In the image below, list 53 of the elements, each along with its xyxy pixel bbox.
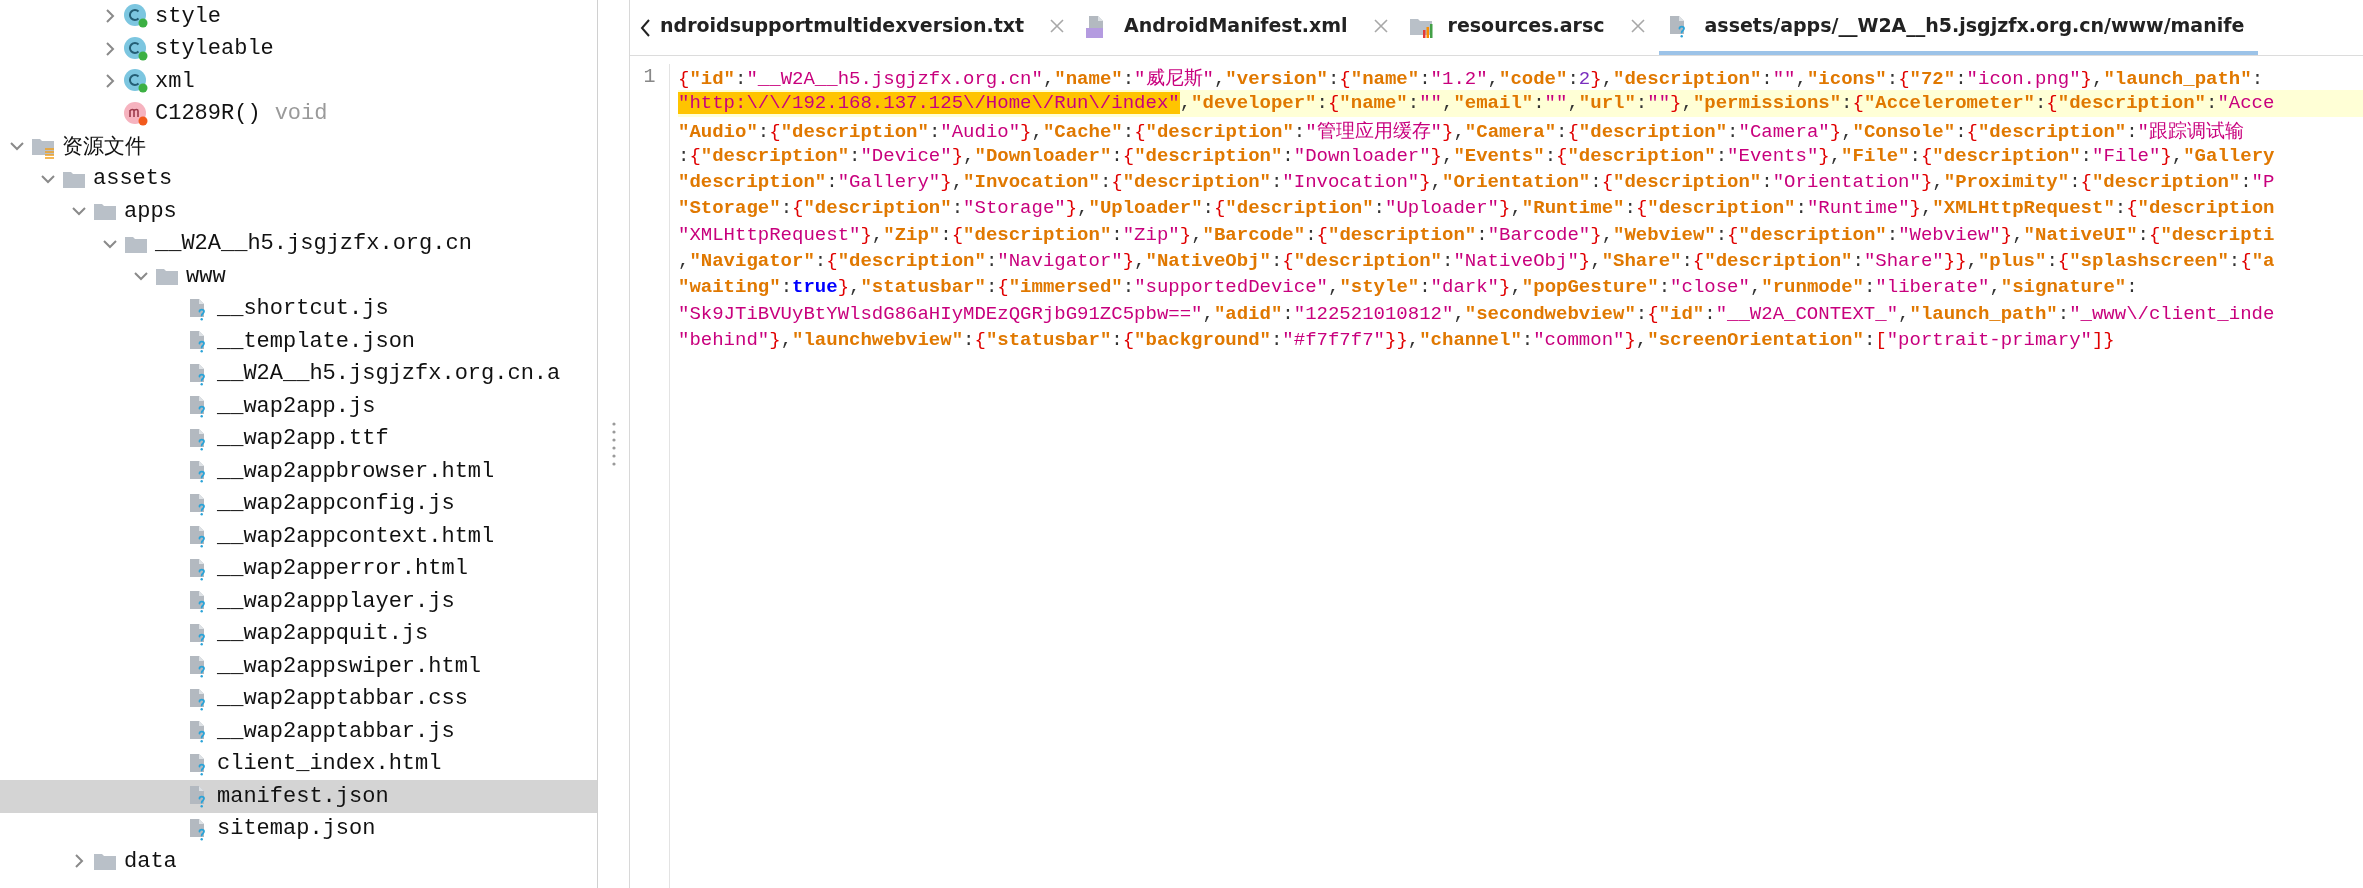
code-line: "description":"Gallery"},"Invocation":{"description":"Invocation"},"Orientation":{"description":"Orientation"},"Proximity":{"description":"P xyxy=(678,171,2275,194)
code-line: "waiting":true},"statusbar":{"immersed":"supportedDevice","style":"dark"},"popGesture":"close","runmode":"liberate","signature": xyxy=(678,276,2138,299)
method-icon xyxy=(123,100,149,127)
class-icon xyxy=(123,3,149,30)
tree-item[interactable]: __wap2app.ttf xyxy=(0,422,597,455)
close-icon[interactable] xyxy=(1373,18,1388,33)
tree-item[interactable]: __wap2appbrowser.html xyxy=(0,455,597,488)
class-icon xyxy=(123,68,149,95)
tree-item[interactable]: __wap2appcontext.html xyxy=(0,520,597,553)
tree-item[interactable]: __shortcut.js xyxy=(0,292,597,325)
tree-item[interactable]: styleable xyxy=(0,32,597,65)
tab[interactable]: AndroidManifest.xml xyxy=(1078,0,1402,55)
code-line: ,"developer":{"name":"","email":"","url":""},"permissions":{"Accelerometer":{"description":"Acce xyxy=(1179,92,2275,115)
code-line: :{"description":"Device"},"Downloader":{"description":"Downloader"},"Events":{"description":"Events"},"File":{"description":"File"},"Gallery xyxy=(678,144,2275,167)
selected-text: "http:\/\/192.168.137.125\/Home\/Run\/index" xyxy=(678,92,1180,115)
splitter-grip-icon[interactable] xyxy=(610,421,617,467)
tree-item[interactable]: xml xyxy=(0,65,597,98)
close-icon[interactable] xyxy=(1630,18,1645,33)
code-line: "Audio":{"description":"Audio"},"Cache":{"description":"管理应用缓存"},"Camera":{"description":"Camera"},"Console":{"description":"跟踪调试输 xyxy=(678,120,2244,143)
tree-item[interactable]: __wap2apptabbar.css xyxy=(0,682,597,715)
tree-item[interactable]: sitemap.json xyxy=(0,812,597,845)
tree-item[interactable]: apps xyxy=(0,195,597,228)
tree-item[interactable]: __wap2apptabbar.js xyxy=(0,715,597,748)
tree-item[interactable]: __W2A__h5.jsgjzfx.org.cn.a xyxy=(0,357,597,390)
tree-item[interactable]: client_index.html xyxy=(0,747,597,780)
tab[interactable]: resources.arsc xyxy=(1401,0,1659,55)
code-line: "XMLHttpRequest"},"Zip":{"description":"Zip"},"Barcode":{"description":"Barcode"},"Webview":{"description":"Webview"},"NativeUI":{"descripti xyxy=(678,223,2275,246)
tree-item[interactable]: __wap2appconfig.js xyxy=(0,487,597,520)
code-line: {"id":"__W2A__h5.jsgjzfx.org.cn","name":"威尼斯","version":{"name":"1.2","code":2},"description":"","icons":{"72":"icon.png"},"launch_path": xyxy=(678,68,2264,90)
return-type: void xyxy=(274,100,328,129)
line-number: 1 xyxy=(643,65,656,88)
code-line: ,"Navigator":{"description":"Navigator"},"NativeObj":{"description":"NativeObj"},"Share":{"description":"Share"}},"plus":{"splashscreen":{"a xyxy=(678,250,2275,273)
code-line: "Storage":{"description":"Storage"},"Uploader":{"description":"Uploader"},"Runtime":{"description":"Runtime"},"XMLHttpRequest":{"description xyxy=(678,197,2275,220)
tree-item[interactable]: __wap2appswiper.html xyxy=(0,650,597,683)
tree-item[interactable]: C1289R() void xyxy=(0,97,597,130)
class-icon xyxy=(123,35,149,62)
tab[interactable]: ndroidsupportmultidexversion.txt xyxy=(654,0,1079,55)
tree-item[interactable]: style xyxy=(0,0,597,33)
tree-item[interactable]: data xyxy=(0,845,597,878)
tab[interactable]: assets/apps/__W2A__h5.jsgjzfx.org.cn/www/manife xyxy=(1658,0,2259,55)
close-icon[interactable] xyxy=(1050,18,1065,33)
tree-item[interactable]: __wap2app.js xyxy=(0,390,597,423)
tree-item[interactable]: assets xyxy=(0,162,597,195)
tree-item[interactable]: 资源文件 xyxy=(0,130,597,163)
tree-item[interactable]: www xyxy=(0,260,597,293)
code-line: "behind"},"launchwebview":{"statusbar":{"background":"#f7f7f7"}},"channel":"common"},"screenOrientation":["portrait-primary"]} xyxy=(678,328,2115,351)
tree-item[interactable]: __wap2appplayer.js xyxy=(0,585,597,618)
code-line: "Sk9JTiBVUyBtYWlsdG86aHIyMDEzQGRjbG91ZC5pbw==","adid":"122521010812","secondwebview":{"id":"__W2A_CONTEXT_","launch_path":"_www\/client_inde xyxy=(678,302,2275,325)
tree-item[interactable]: __wap2appquit.js xyxy=(0,617,597,650)
tree-item[interactable]: __W2A__h5.jsgjzfx.org.cn xyxy=(0,227,597,260)
tree-item[interactable]: __template.json xyxy=(0,325,597,358)
tree-item[interactable]: manifest.json xyxy=(0,780,597,813)
tree-item[interactable]: __wap2apperror.html xyxy=(0,552,597,585)
